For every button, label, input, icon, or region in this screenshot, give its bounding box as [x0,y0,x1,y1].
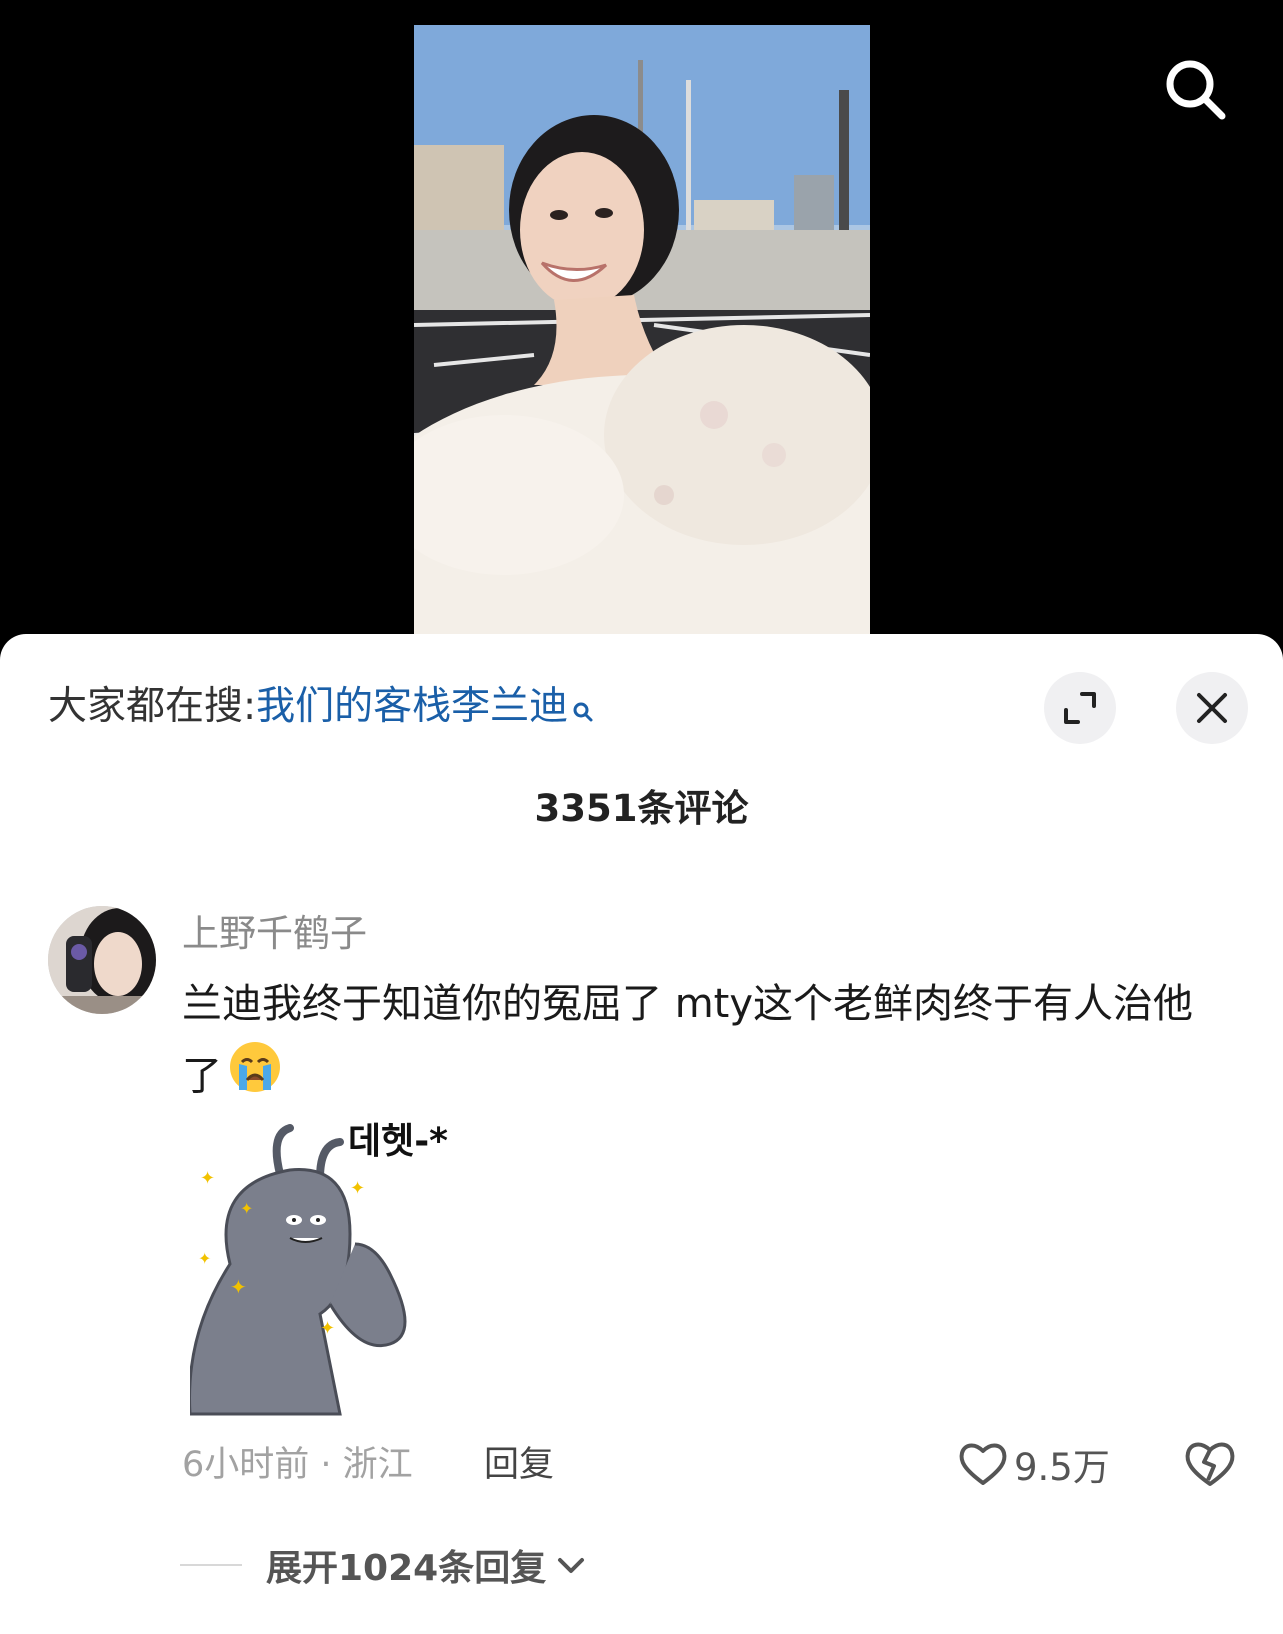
bug-character-sticker: ✦ ✦ ✦ ✦ ✦ ✦ [188,1124,407,1416]
video-area [0,0,1283,640]
avatar-image [48,906,156,1014]
reply-button[interactable]: 回复 [484,1440,554,1490]
like-count: 9.5万 [1014,1446,1110,1489]
dislike-button[interactable] [1182,1436,1238,1492]
svg-text:✦: ✦ [200,1168,215,1189]
svg-text:✦: ✦ [198,1249,211,1268]
svg-text:✦: ✦ [350,1178,365,1199]
close-icon [1197,693,1227,723]
comment-time-location: 6小时前 · 浙江 [182,1445,413,1485]
comment-sticker[interactable]: ✦ ✦ ✦ ✦ ✦ ✦ [188,1114,460,1416]
svg-text:✦: ✦ [230,1275,247,1299]
divider-line [180,1564,242,1566]
comment-body: 兰迪我终于知道你的冤屈了 mty这个老鲜肉终于有人治他了 [182,968,1212,1117]
crying-face-emoji [228,1040,282,1117]
comment-username[interactable]: 上野千鹤子 [182,910,367,958]
svg-text:✦: ✦ [240,1199,253,1218]
hot-search-link[interactable]: 我们的客栈李兰迪 [256,684,568,729]
broken-heart-icon [1185,1442,1235,1486]
svg-text:✦: ✦ [320,1318,335,1339]
hot-search-prefix: 大家都在搜: [48,684,257,729]
expand-replies-button[interactable]: 展开1024条回复 [180,1540,588,1590]
avatar[interactable] [48,906,156,1014]
video-thumbnail[interactable] [414,25,870,637]
heart-icon [959,1443,1007,1485]
comment-count: 3351条评论 [534,787,749,830]
expand-replies-label: 展开1024条回复 [266,1548,547,1589]
search-button[interactable] [1160,54,1230,124]
close-button[interactable] [1176,672,1248,744]
expand-icon [1064,692,1096,724]
chevron-down-icon [558,1558,585,1573]
comment-text: 兰迪我终于知道你的冤屈了 mty这个老鲜肉终于有人治他了 [182,981,1194,1100]
expand-button[interactable] [1044,672,1116,744]
search-icon [572,686,594,736]
like-button[interactable]: 9.5万 [958,1434,1110,1494]
video-scene-illustration [414,25,870,637]
hot-search-bar: 大家都在搜:我们的客栈李兰迪 [48,682,594,736]
search-icon [1166,60,1226,120]
comments-sheet: 大家都在搜:我们的客栈李兰迪 3351条评论 上野千鹤子 兰迪我终于知道你的冤屈… [0,634,1283,1634]
